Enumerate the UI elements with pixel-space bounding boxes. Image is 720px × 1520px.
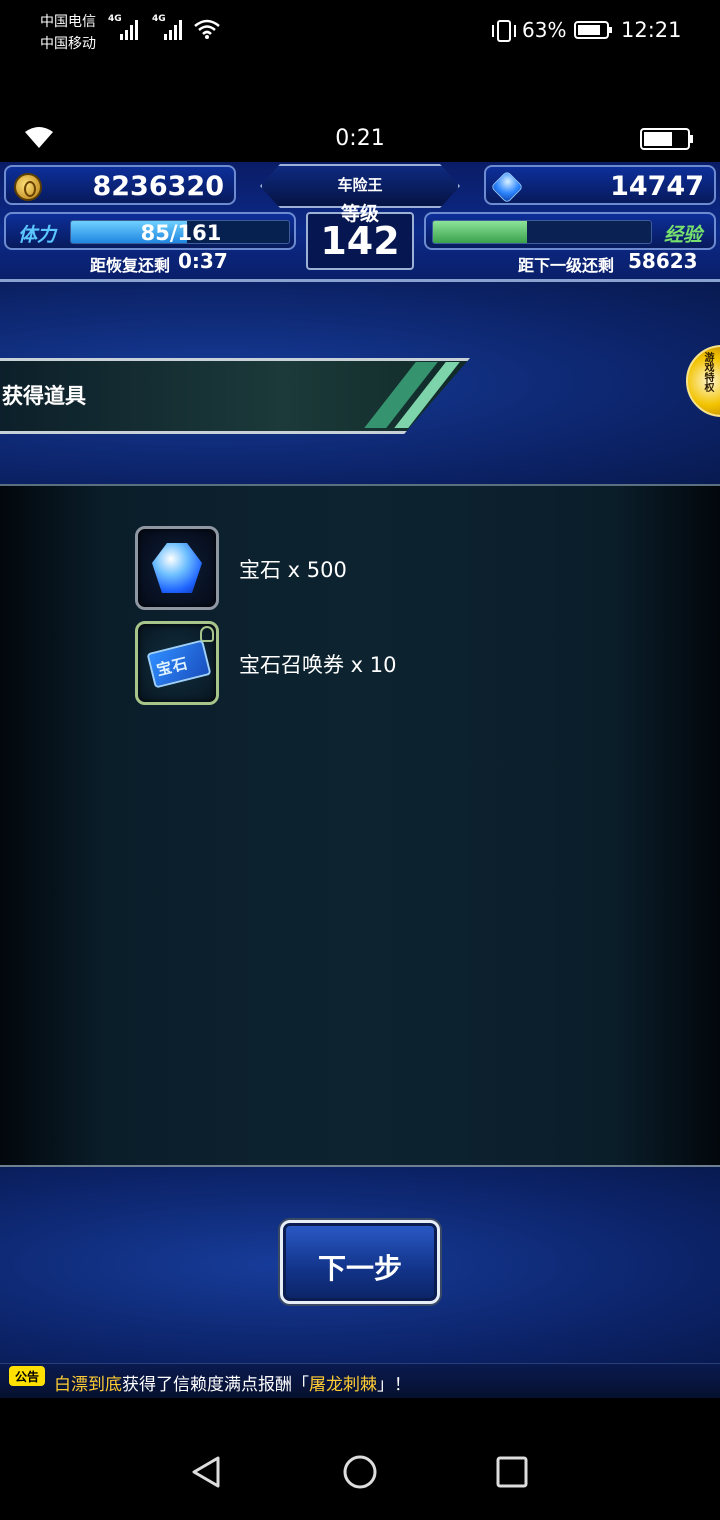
next-button-label: 下一步 [317, 1252, 402, 1285]
status-clock: 12:21 [621, 18, 682, 42]
recents-icon[interactable] [494, 1454, 530, 1490]
item-label: 宝石召唤券 x 10 [239, 653, 397, 677]
coin-icon [14, 173, 42, 201]
carrier-name-2: 中国移动 [40, 36, 96, 52]
signal-icon-2 [164, 18, 188, 40]
recover-time: 0:37 [178, 249, 228, 273]
reward-item: 宝石 宝石召唤券 x 10 [135, 621, 635, 705]
exp-label: 经验 [663, 224, 702, 246]
player-level-plate[interactable]: 车险王 等级 142 [240, 162, 480, 272]
signal-icon-1 [120, 18, 144, 40]
announcement-player: 白漂到底 [54, 1375, 122, 1395]
ticket-text: 宝石 [154, 654, 191, 680]
item-icon-frame[interactable] [135, 526, 219, 610]
carrier-name-1: 中国电信 [40, 14, 96, 30]
gil-counter[interactable]: 8236320 [4, 165, 236, 205]
game-battery-icon [640, 128, 693, 150]
player-name: 车险王 [337, 176, 383, 194]
next-button[interactable]: 下一步 [280, 1220, 440, 1304]
item-label: 宝石 x 500 [239, 558, 347, 582]
gem-icon [490, 170, 524, 204]
item-icon-frame[interactable]: 宝石 [135, 621, 219, 705]
next-level-label: 距下一级还剩 [518, 256, 615, 275]
player-hud: 8236320 14747 体力 85/161 距恢复还剩 0:37 经验 距下… [0, 162, 720, 282]
vibrate-icon [492, 20, 516, 42]
announcement-reward: 屠龙刺棘 [309, 1375, 377, 1395]
stamina-label: 体力 [18, 224, 57, 246]
gem-icon [152, 543, 202, 593]
next-level-value: 58623 [628, 249, 698, 273]
game-perks-tab-label: 游戏特权 [702, 352, 713, 392]
summon-ticket-icon: 宝石 [146, 639, 212, 689]
lock-icon [200, 626, 214, 642]
gil-value: 8236320 [92, 171, 224, 202]
android-nav-bar [0, 1398, 720, 1520]
back-icon[interactable] [188, 1454, 224, 1490]
phone-status-bar: 中国电信 中国移动 4G 4G 63% 12:21 [0, 0, 720, 70]
reward-items-panel: 宝石 x 500 宝石 宝石召唤券 x 10 [0, 484, 720, 1167]
wifi-icon [194, 19, 220, 39]
battery-percent: 63% [522, 18, 567, 42]
announcement-text-b: 」！ [377, 1375, 411, 1395]
home-icon[interactable] [342, 1454, 378, 1490]
page-title: 获得道具 [2, 384, 86, 408]
announcement-text: 白漂到底获得了信赖度满点报酬「屠龙刺棘」！ [54, 1370, 411, 1395]
battery-icon [574, 21, 612, 39]
gem-counter[interactable]: 14747 [484, 165, 716, 205]
game-clock: 0:21 [335, 126, 385, 151]
reward-item: 宝石 x 500 [135, 526, 635, 610]
announcement-ticker[interactable]: 公告 白漂到底获得了信赖度满点报酬「屠龙刺棘」！ [0, 1363, 720, 1398]
recover-label: 距恢复还剩 [90, 256, 171, 275]
announcement-badge-label: 公告 [14, 1370, 39, 1384]
announcement-badge: 公告 [9, 1366, 45, 1386]
player-level: 142 [320, 219, 400, 263]
gem-value: 14747 [610, 171, 704, 202]
announcement-text-a: 获得了信赖度满点报酬「 [122, 1375, 309, 1395]
